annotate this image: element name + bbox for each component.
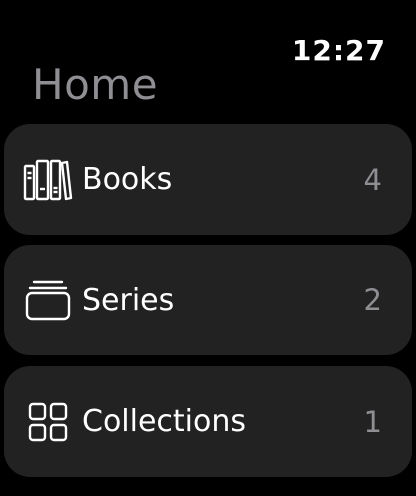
- home-list: Books 4 Series 2 Collections 1: [4, 124, 412, 487]
- status-time: 12:27: [291, 34, 386, 67]
- books-icon: [22, 154, 74, 206]
- list-item-books[interactable]: Books 4: [4, 124, 412, 235]
- grid-icon: [22, 396, 74, 448]
- list-item-series[interactable]: Series 2: [4, 245, 412, 355]
- list-item-count: 1: [363, 404, 382, 439]
- list-item-count: 4: [363, 162, 382, 197]
- list-item-label: Series: [82, 282, 175, 318]
- page-title: Home: [32, 60, 159, 109]
- stack-icon: [22, 274, 74, 326]
- list-item-count: 2: [363, 283, 382, 317]
- list-item-collections[interactable]: Collections 1: [4, 366, 412, 477]
- list-item-label: Collections: [82, 404, 247, 439]
- list-item-label: Books: [82, 162, 173, 197]
